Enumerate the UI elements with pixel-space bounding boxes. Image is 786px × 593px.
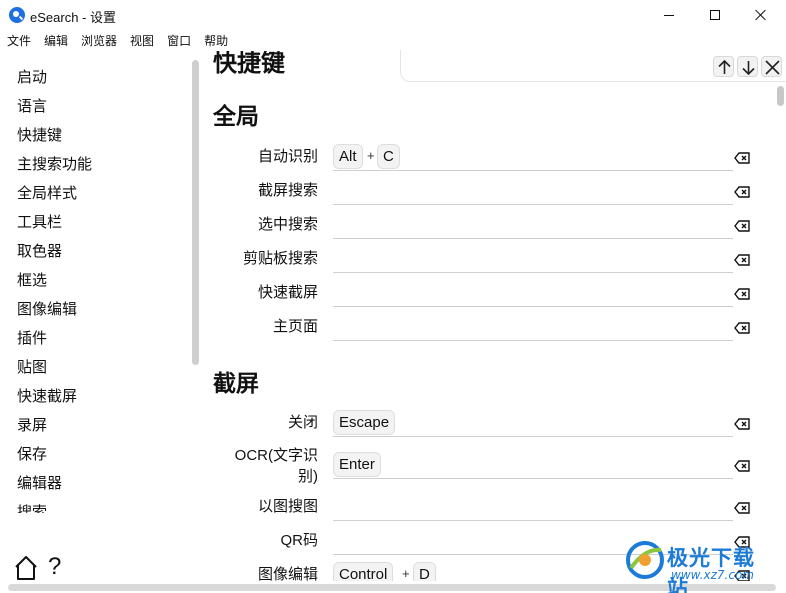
settings-content: 快捷键 全局 自动识别 Alt + C 截屏搜索 选中搜索 剪贴板搜索 快速截屏… — [200, 51, 786, 581]
sidebar-item-image-edit[interactable]: 图像编辑 — [17, 300, 77, 320]
key-separator: + — [367, 148, 375, 163]
minimize-button[interactable] — [646, 0, 692, 30]
clear-shortcut-icon[interactable] — [734, 418, 750, 430]
close-icon — [765, 60, 780, 75]
shortcut-label: 主页面 — [272, 318, 318, 335]
menu-help[interactable]: 帮助 — [197, 31, 234, 51]
sidebar-item-save[interactable]: 保存 — [17, 445, 47, 465]
minimize-icon — [664, 14, 674, 16]
menu-edit[interactable]: 编辑 — [37, 31, 74, 51]
clear-shortcut-icon[interactable] — [734, 502, 750, 514]
shortcut-label: 截屏搜索 — [257, 182, 318, 199]
shortcut-input-screenshot-search[interactable] — [333, 175, 733, 205]
sidebar-item-global-style[interactable]: 全局样式 — [17, 184, 77, 204]
key-chip: C — [377, 144, 400, 169]
shortcut-label: 别) — [298, 468, 318, 485]
close-window-button[interactable] — [738, 0, 784, 30]
shortcut-label: 图像编辑 — [257, 566, 318, 581]
shortcut-label: 以图搜图 — [257, 498, 318, 515]
shortcut-input-auto-recognize[interactable]: Alt + C — [333, 141, 733, 171]
clear-shortcut-icon[interactable] — [734, 288, 750, 300]
menu-bar: 文件 编辑 浏览器 视图 窗口 帮助 — [0, 31, 786, 51]
shortcut-input-image-search[interactable] — [333, 491, 733, 521]
help-icon[interactable]: ? — [48, 553, 61, 581]
key-chip: Alt — [333, 144, 363, 169]
key-separator: + — [402, 566, 410, 581]
key-chip: Control — [333, 562, 394, 581]
sidebar-item-pin[interactable]: 贴图 — [17, 358, 47, 378]
watermark-logo-icon — [626, 541, 664, 579]
maximize-button[interactable] — [692, 0, 738, 30]
app-search-icon — [9, 7, 25, 23]
down-arrow-icon — [742, 61, 755, 76]
sidebar-item-shortcuts[interactable]: 快捷键 — [17, 126, 62, 146]
section-heading-screenshot: 截屏 — [213, 370, 259, 396]
up-arrow-icon — [718, 59, 731, 74]
key-chip: D — [413, 562, 436, 581]
shortcut-input-close[interactable]: Escape — [333, 407, 733, 437]
find-close-button[interactable] — [761, 56, 782, 77]
title-bar: eSearch - 设置 — [0, 0, 786, 30]
sidebar-item-language[interactable]: 语言 — [17, 97, 47, 117]
window-title: eSearch - 设置 — [30, 10, 116, 25]
watermark-url: www.xz7.com — [671, 568, 754, 582]
shortcut-label: 选中搜索 — [257, 216, 318, 233]
home-icon[interactable] — [14, 555, 38, 581]
clear-shortcut-icon[interactable] — [734, 220, 750, 232]
shortcut-input-quick-screenshot[interactable] — [333, 277, 733, 307]
shortcut-input-clipboard-search[interactable] — [333, 243, 733, 273]
maximize-icon — [710, 10, 720, 20]
page-title: 快捷键 — [213, 51, 285, 77]
sidebar-scrollbar[interactable] — [192, 60, 199, 365]
sidebar-item-quick-screenshot[interactable]: 快速截屏 — [17, 387, 77, 407]
shortcut-input-selection-search[interactable] — [333, 209, 733, 239]
sidebar-item-editor[interactable]: 编辑器 — [17, 474, 62, 494]
menu-window[interactable]: 窗口 — [160, 31, 197, 51]
menu-browser[interactable]: 浏览器 — [74, 31, 123, 51]
find-next-button[interactable] — [737, 56, 758, 77]
section-heading-global: 全局 — [213, 103, 259, 129]
sidebar-item-selection[interactable]: 框选 — [17, 271, 47, 291]
settings-sidebar: 启动 语言 快捷键 主搜索功能 全局样式 工具栏 取色器 框选 图像编辑 插件 … — [0, 58, 195, 513]
sidebar-item-color-picker[interactable]: 取色器 — [17, 242, 62, 262]
sidebar-item-plugins[interactable]: 插件 — [17, 329, 47, 349]
shortcut-label: QR码 — [280, 532, 318, 549]
sidebar-item-startup[interactable]: 启动 — [17, 68, 47, 88]
menu-file[interactable]: 文件 — [0, 31, 37, 51]
clear-shortcut-icon[interactable] — [734, 152, 750, 164]
shortcut-label: 快速截屏 — [257, 284, 318, 301]
shortcut-input-ocr[interactable]: Enter — [333, 449, 733, 479]
shortcut-label: 关闭 — [287, 414, 318, 431]
close-icon — [755, 9, 767, 21]
find-previous-button[interactable] — [713, 56, 734, 77]
clear-shortcut-icon[interactable] — [734, 322, 750, 334]
sidebar-item-recording[interactable]: 录屏 — [17, 416, 47, 436]
key-chip: Enter — [333, 452, 381, 477]
shortcut-label: 自动识别 — [257, 148, 318, 165]
key-chip: Escape — [333, 410, 396, 435]
shortcut-input-main-page[interactable] — [333, 311, 733, 341]
clear-shortcut-icon[interactable] — [734, 186, 750, 198]
shortcut-label: OCR(文字识 — [234, 447, 318, 464]
clear-shortcut-icon[interactable] — [734, 254, 750, 266]
menu-view[interactable]: 视图 — [123, 31, 160, 51]
content-scrollbar[interactable] — [777, 86, 784, 106]
shortcut-label: 剪贴板搜索 — [242, 250, 318, 267]
watermark: 极光下载站 www.xz7.com — [625, 540, 775, 593]
sidebar-item-toolbar[interactable]: 工具栏 — [17, 213, 62, 233]
sidebar-item-main-search[interactable]: 主搜索功能 — [17, 155, 92, 175]
clear-shortcut-icon[interactable] — [734, 460, 750, 472]
sidebar-item-search[interactable]: 搜索 — [17, 503, 47, 513]
